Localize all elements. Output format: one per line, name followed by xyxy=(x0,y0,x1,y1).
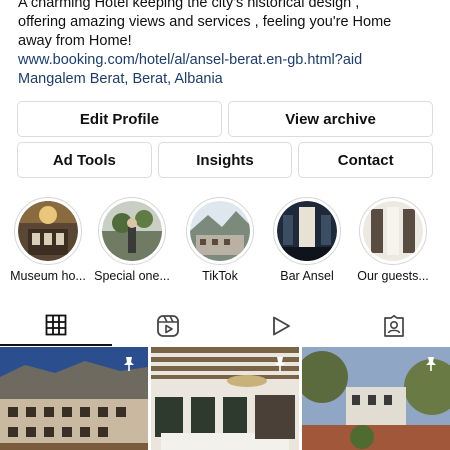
profile-actions-row-2: Ad Tools Insights Contact xyxy=(17,142,434,178)
highlight-cover-ring xyxy=(98,197,166,265)
highlight-our-guests[interactable]: Our guests... xyxy=(348,197,438,283)
highlight-bar-ansel[interactable]: Bar Ansel xyxy=(262,197,352,283)
profile-bio: A charming Hotel keeping the city's hist… xyxy=(18,0,438,89)
bio-line-1: A charming Hotel keeping the city's hist… xyxy=(18,0,360,11)
profile-content-tabs xyxy=(0,306,450,346)
bio-link[interactable]: www.booking.com/hotel/al/ansel-berat.en-… xyxy=(18,51,438,70)
highlight-cover-image xyxy=(18,201,78,261)
highlight-label: Special one... xyxy=(94,269,170,283)
highlight-cover-image xyxy=(190,201,250,261)
story-highlights: Museum ho... Special one... TikTok Bar A… xyxy=(0,197,450,287)
post-thumbnail[interactable] xyxy=(0,347,148,450)
highlight-label: Bar Ansel xyxy=(280,269,334,283)
highlight-cover-ring xyxy=(186,197,254,265)
profile-actions-row-1: Edit Profile View archive xyxy=(17,101,433,137)
video-play-icon xyxy=(273,316,290,336)
grid-icon xyxy=(45,314,67,336)
highlight-cover-ring xyxy=(14,197,82,265)
tagged-icon xyxy=(384,314,404,337)
contact-button[interactable]: Contact xyxy=(298,142,434,178)
post-thumbnail[interactable] xyxy=(151,347,299,450)
tab-videos[interactable] xyxy=(225,306,337,346)
highlight-label: TikTok xyxy=(202,269,238,283)
view-archive-button[interactable]: View archive xyxy=(228,101,433,137)
highlight-label: Museum ho... xyxy=(10,269,86,283)
highlight-cover-image xyxy=(363,201,423,261)
highlight-cover-image xyxy=(277,201,337,261)
tab-posts-grid[interactable] xyxy=(0,306,112,346)
insights-button[interactable]: Insights xyxy=(157,142,293,178)
bio-line-2: offering amazing views and services , fe… xyxy=(18,14,392,30)
highlight-cover-ring xyxy=(273,197,341,265)
ad-tools-button[interactable]: Ad Tools xyxy=(17,142,152,178)
tab-tagged[interactable] xyxy=(338,306,450,346)
reels-icon xyxy=(157,315,179,337)
highlight-cover-ring xyxy=(359,197,427,265)
edit-profile-button[interactable]: Edit Profile xyxy=(17,101,222,137)
bio-line-3: away from Home! xyxy=(18,33,132,49)
highlight-museum[interactable]: Museum ho... xyxy=(3,197,93,283)
highlight-label: Our guests... xyxy=(357,269,429,283)
pin-icon xyxy=(124,357,134,371)
post-thumbnail[interactable] xyxy=(302,347,450,450)
tab-reels[interactable] xyxy=(112,306,224,346)
highlight-cover-image xyxy=(102,201,162,261)
posts-grid xyxy=(0,347,450,450)
pin-icon xyxy=(275,357,285,371)
bio-location[interactable]: Mangalem Berat, Berat, Albania xyxy=(18,70,438,89)
highlight-tiktok[interactable]: TikTok xyxy=(175,197,265,283)
pin-icon xyxy=(426,357,436,371)
highlight-special-one[interactable]: Special one... xyxy=(87,197,177,283)
